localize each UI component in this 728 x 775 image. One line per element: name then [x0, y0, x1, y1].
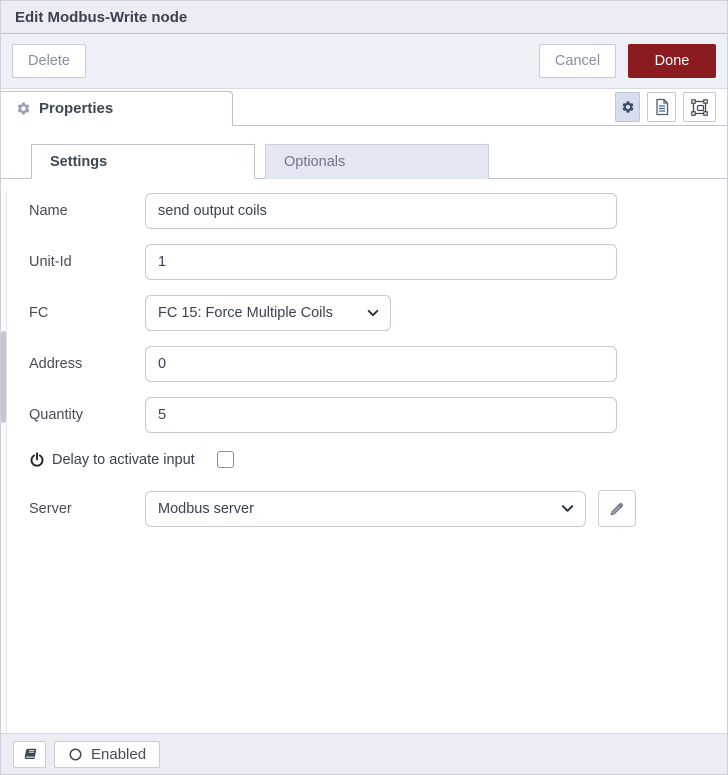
dialog-toolbar: Delete Cancel Done: [1, 34, 727, 89]
quantity-row: Quantity: [29, 397, 727, 433]
dialog-title: Edit Modbus-Write node: [15, 8, 188, 26]
name-label: Name: [29, 203, 68, 219]
pencil-icon: [609, 501, 625, 517]
unit-id-label: Unit-Id: [29, 254, 72, 270]
edit-form-panel: Settings Optionals Name Unit-Id FC FC 15…: [1, 126, 727, 733]
cancel-button[interactable]: Cancel: [539, 44, 616, 78]
name-input[interactable]: [145, 193, 617, 229]
power-icon: [29, 451, 45, 468]
chevron-down-icon: [560, 501, 575, 516]
editor-tab-row: Properties: [1, 89, 727, 126]
gear-icon: [16, 101, 31, 116]
unit-id-input[interactable]: [145, 244, 617, 280]
done-button[interactable]: Done: [628, 44, 716, 78]
fc-row: FC FC 15: Force Multiple Coils: [29, 295, 727, 331]
fc-label: FC: [29, 305, 49, 321]
dialog-footer: Enabled: [1, 733, 727, 774]
editor-icon-buttons: [615, 92, 727, 122]
dialog-header: Edit Modbus-Write node: [1, 1, 727, 34]
scrollbar-thumb[interactable]: [1, 331, 6, 423]
server-select-value: Modbus server: [158, 500, 254, 517]
tab-optionals[interactable]: Optionals: [265, 144, 489, 179]
settings-form: Name Unit-Id FC FC 15: Force Multiple Co…: [1, 179, 727, 527]
server-select[interactable]: Modbus server: [145, 490, 586, 527]
edit-server-button[interactable]: [598, 490, 636, 527]
enabled-toggle-button[interactable]: Enabled: [54, 740, 161, 768]
tab-settings-label: Settings: [50, 153, 108, 170]
delay-checkbox[interactable]: [216, 451, 234, 468]
address-row: Address: [29, 346, 727, 382]
tab-properties[interactable]: Properties: [1, 91, 233, 126]
delay-row: Delay to activate input: [29, 451, 727, 468]
circle-icon: [68, 747, 83, 762]
fc-select[interactable]: FC 15: Force Multiple Coils: [145, 295, 391, 331]
enabled-label: Enabled: [91, 745, 147, 763]
quantity-label: Quantity: [29, 407, 83, 423]
gear-icon: [621, 100, 635, 114]
tab-optionals-label: Optionals: [284, 154, 346, 170]
delay-label: Delay to activate input: [52, 451, 195, 468]
appearance-button[interactable]: [683, 92, 716, 122]
name-row: Name: [29, 193, 727, 229]
description-button[interactable]: [647, 92, 676, 122]
node-settings-button[interactable]: [615, 92, 640, 122]
quantity-input[interactable]: [145, 397, 617, 433]
book-icon: [22, 747, 38, 762]
form-scrollbar[interactable]: [1, 191, 7, 733]
document-icon: [654, 98, 670, 116]
chevron-down-icon: [366, 306, 380, 320]
unit-id-row: Unit-Id: [29, 244, 727, 280]
address-input[interactable]: [145, 346, 617, 382]
delete-button[interactable]: Delete: [12, 44, 86, 78]
tab-properties-label: Properties: [39, 100, 114, 117]
fc-select-value: FC 15: Force Multiple Coils: [158, 305, 333, 321]
object-group-icon: [690, 98, 709, 117]
server-row: Server Modbus server: [29, 490, 727, 527]
settings-tab-bar: Settings Optionals: [1, 144, 727, 179]
edit-node-dialog: Edit Modbus-Write node Delete Cancel Don…: [0, 0, 728, 775]
library-button[interactable]: [13, 740, 46, 768]
tab-settings[interactable]: Settings: [31, 144, 255, 179]
server-label: Server: [29, 500, 72, 517]
address-label: Address: [29, 356, 83, 372]
